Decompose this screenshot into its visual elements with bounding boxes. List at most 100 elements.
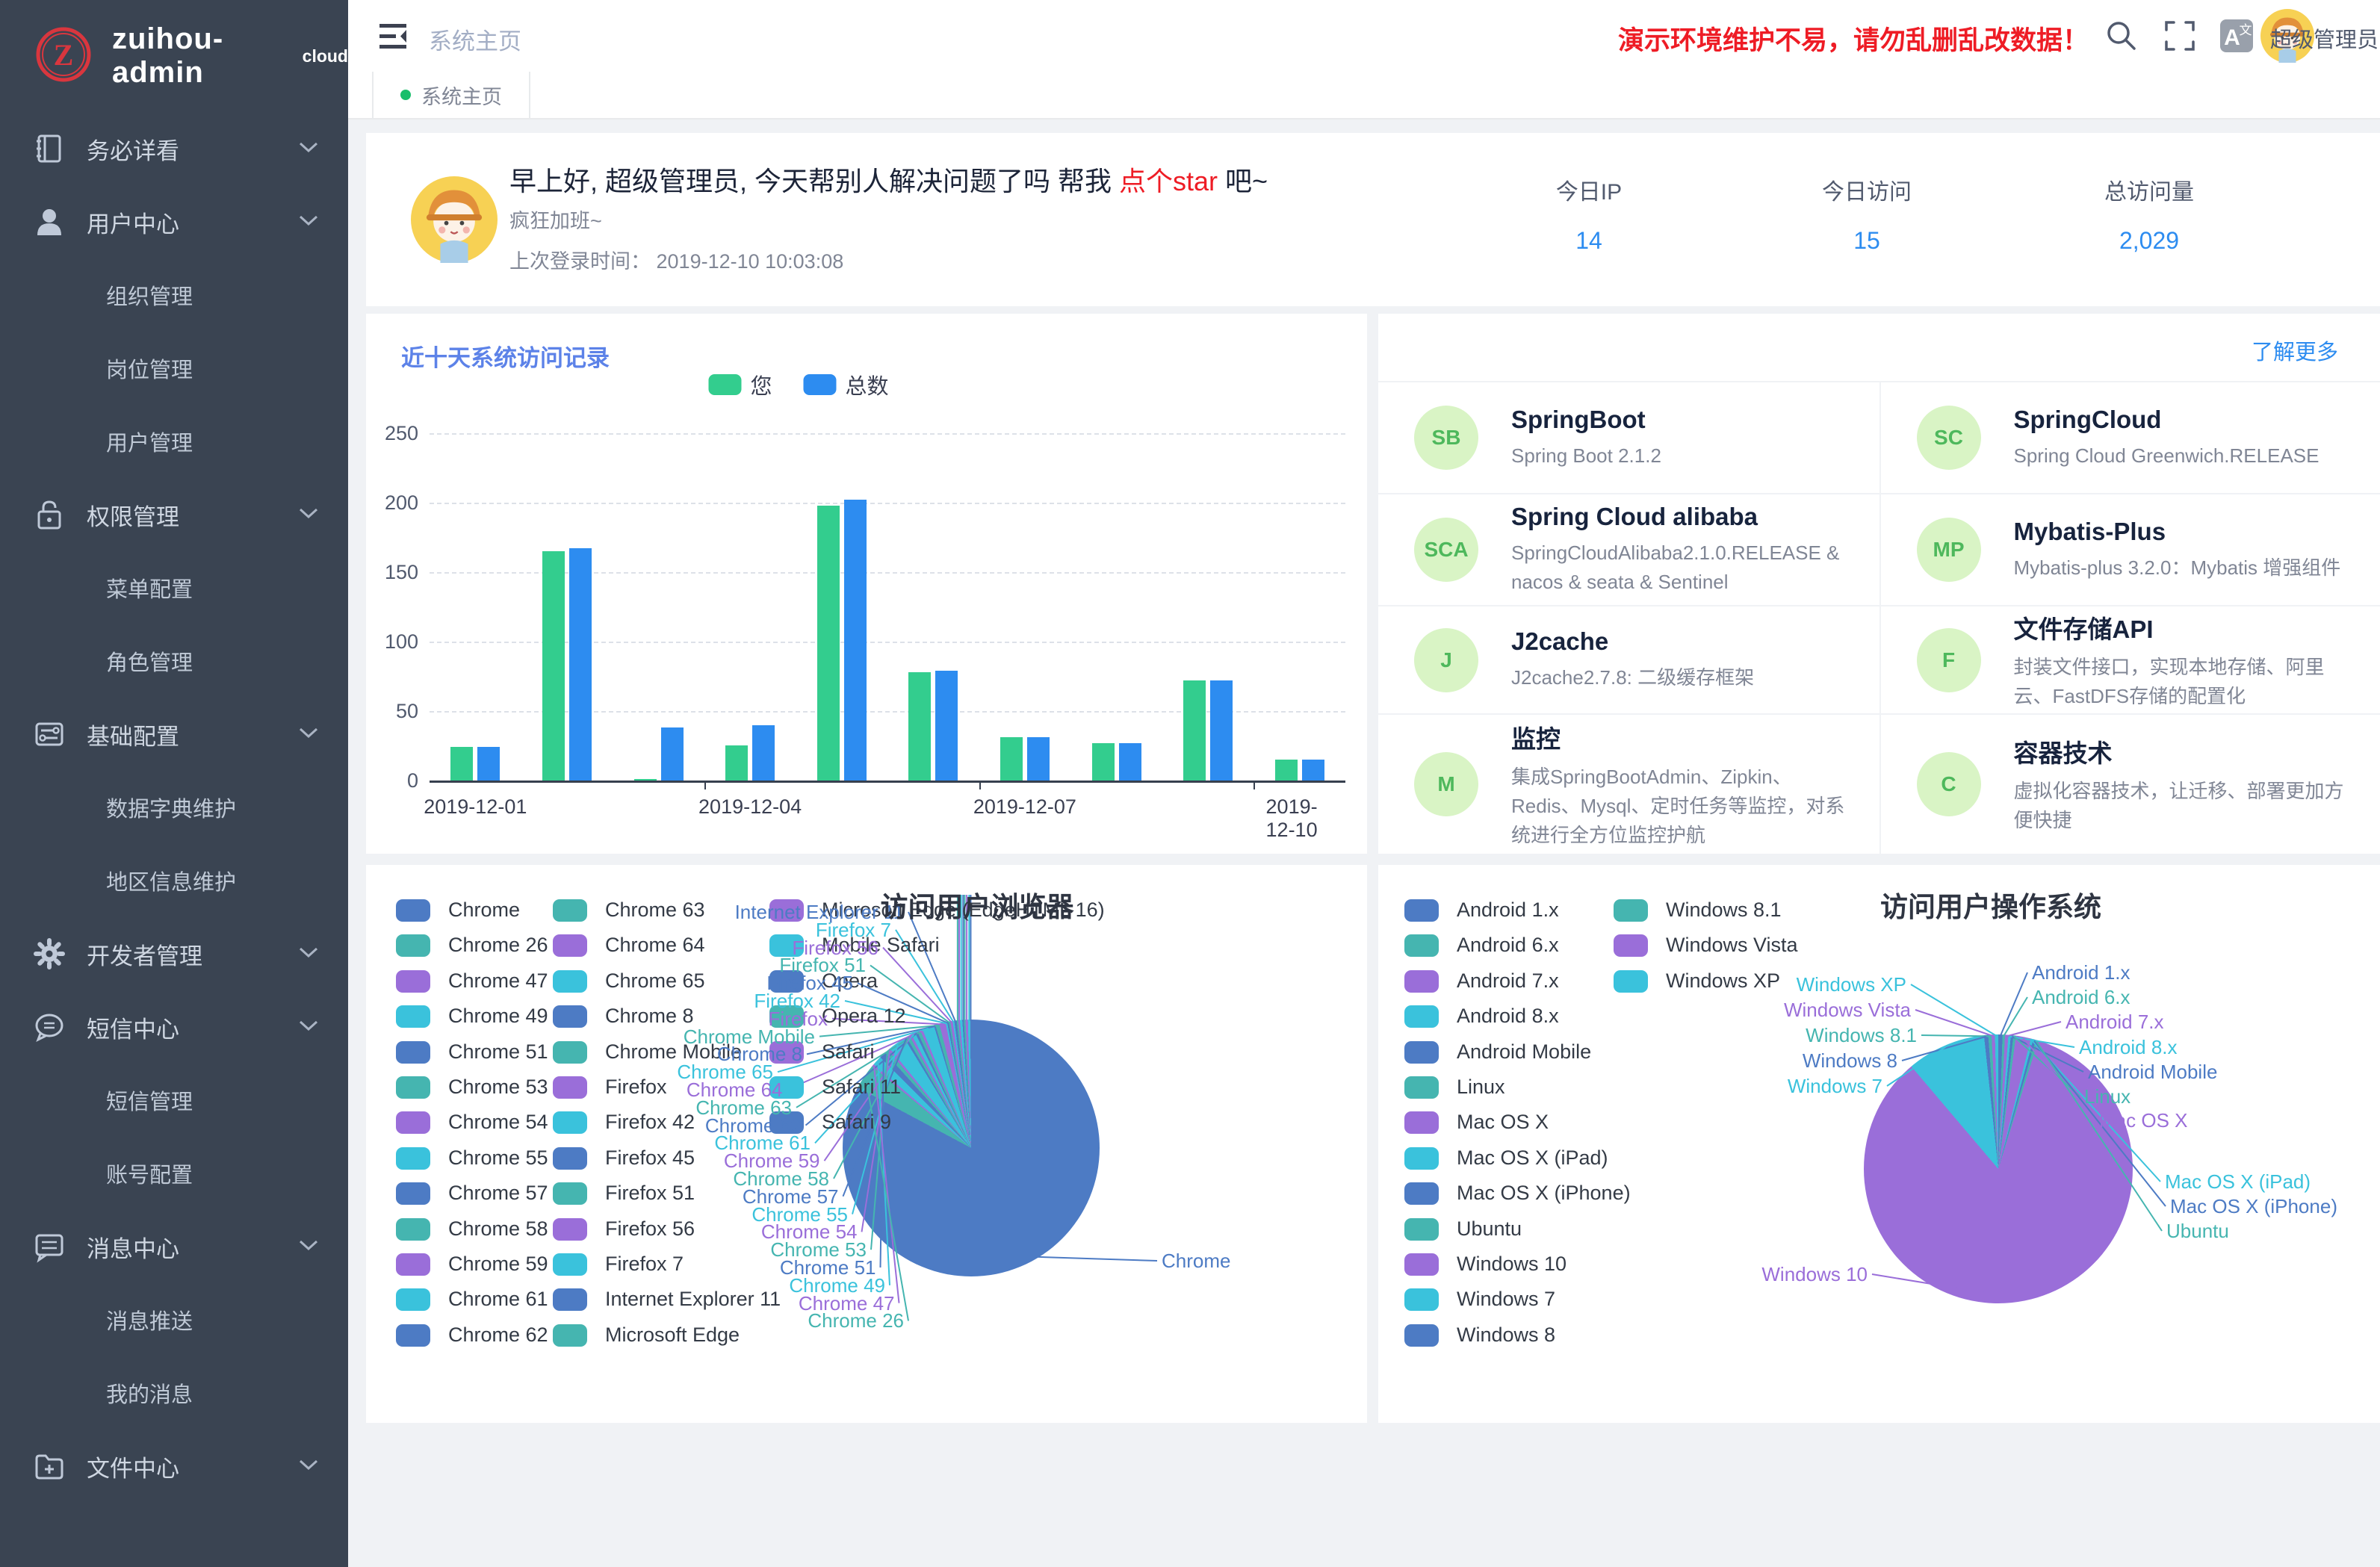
sidebar-item-10[interactable]: 数据字典维护 xyxy=(0,771,348,844)
bar-chart-panel[interactable]: 近十天系统访问记录您总数0501001502002502019-12-01201… xyxy=(366,314,1367,854)
search-icon[interactable] xyxy=(2102,16,2141,59)
legend-item-label[interactable]: Windows 8.1 xyxy=(1666,899,1782,922)
legend-item-label[interactable]: Android 8.x xyxy=(1457,1005,1559,1028)
legend-item-label[interactable]: Chrome 62 xyxy=(448,1324,548,1347)
legend-item-label[interactable]: Chrome 51 xyxy=(448,1040,548,1064)
legend-swatch[interactable] xyxy=(1404,899,1439,922)
legend-item-label[interactable]: Chrome 55 xyxy=(448,1146,548,1170)
legend-swatch[interactable] xyxy=(396,1147,430,1170)
legend-item-label[interactable]: Ubuntu xyxy=(1457,1217,1522,1241)
legend-item-label[interactable]: Linux xyxy=(1457,1076,1505,1099)
legend-item-label[interactable]: Safari 9 xyxy=(822,1111,891,1134)
legend-item-label[interactable]: Windows XP xyxy=(1666,969,1780,993)
legend-item-label[interactable]: 您 xyxy=(750,369,772,400)
bar-您-2019-12-04[interactable] xyxy=(725,745,748,781)
legend-item-label[interactable]: Mac OS X xyxy=(1457,1111,1549,1134)
legend-swatch[interactable] xyxy=(553,1182,587,1205)
bar-总数-2019-12-06[interactable] xyxy=(935,671,958,781)
bar-总数-2019-12-04[interactable] xyxy=(752,725,775,781)
sidebar-item-5[interactable]: 用户管理 xyxy=(0,405,348,478)
legend-item-label[interactable]: Chrome 65 xyxy=(605,969,705,993)
legend-item-label[interactable]: Android 7.x xyxy=(1457,969,1559,993)
legend-item-label[interactable]: Chrome 57 xyxy=(448,1182,548,1205)
legend-swatch[interactable] xyxy=(553,1324,587,1347)
legend-swatch[interactable] xyxy=(1404,1218,1439,1241)
learn-more-link[interactable]: 了解更多 xyxy=(2252,335,2338,366)
sidebar-item-6[interactable]: 权限管理 xyxy=(0,478,348,551)
legend-item-label[interactable]: Windows 8 xyxy=(1457,1324,1555,1347)
breadcrumb[interactable]: 系统主页 xyxy=(429,22,521,56)
legend-swatch[interactable] xyxy=(553,1253,587,1276)
legend-item-label[interactable]: Safari xyxy=(822,1040,875,1064)
legend-item-label[interactable]: Firefox 45 xyxy=(605,1146,695,1170)
legend-swatch[interactable] xyxy=(1614,970,1648,993)
sidebar-item-19[interactable]: 文件中心 xyxy=(0,1430,348,1503)
sidebar-item-1[interactable]: 务必详看 xyxy=(0,112,348,185)
legend-swatch[interactable] xyxy=(553,1218,587,1241)
legend-swatch[interactable] xyxy=(396,1005,430,1028)
bar-总数-2019-12-08[interactable] xyxy=(1119,743,1141,781)
legend-swatch[interactable] xyxy=(708,374,741,395)
legend-swatch[interactable] xyxy=(1404,1005,1439,1028)
legend-swatch[interactable] xyxy=(553,1147,587,1170)
language-icon[interactable]: A 文 xyxy=(2217,16,2256,59)
legend-item-label[interactable]: Firefox 7 xyxy=(605,1253,684,1276)
current-user-name[interactable]: 超级管理员 xyxy=(2270,22,2379,54)
legend-item-label[interactable]: Chrome 26 xyxy=(448,934,548,957)
bar-您-2019-12-10[interactable] xyxy=(1275,760,1298,781)
collapse-menu-icon[interactable] xyxy=(374,16,412,59)
legend-swatch[interactable] xyxy=(1404,1147,1439,1170)
legend-item-label[interactable]: Firefox xyxy=(605,1076,667,1099)
legend-swatch[interactable] xyxy=(396,1288,430,1311)
legend-swatch[interactable] xyxy=(396,1182,430,1205)
legend-item-label[interactable]: Chrome 47 xyxy=(448,969,548,993)
legend-swatch[interactable] xyxy=(396,1218,430,1241)
legend-item-label[interactable]: Chrome 59 xyxy=(448,1253,548,1276)
sidebar-item-18[interactable]: 我的消息 xyxy=(0,1356,348,1430)
legend-swatch[interactable] xyxy=(553,1111,587,1134)
legend-swatch[interactable] xyxy=(804,374,837,395)
legend-item-label[interactable]: Microsoft Edge xyxy=(605,1324,740,1347)
bar-您-2019-12-08[interactable] xyxy=(1092,743,1115,781)
legend-item-label[interactable]: Chrome 58 xyxy=(448,1217,548,1241)
legend-item-label[interactable]: Chrome 53 xyxy=(448,1076,548,1099)
legend-item-label[interactable]: Chrome 54 xyxy=(448,1111,548,1134)
bar-总数-2019-12-05[interactable] xyxy=(844,500,867,781)
legend-item-label[interactable]: Mac OS X (iPad) xyxy=(1457,1146,1608,1170)
legend-item-label[interactable]: Chrome 63 xyxy=(605,899,705,922)
legend-swatch[interactable] xyxy=(1614,899,1648,922)
bar-您-2019-12-06[interactable] xyxy=(908,672,931,781)
bar-总数-2019-12-10[interactable] xyxy=(1302,760,1324,781)
os-pie-panel[interactable]: Android 1.xAndroid 6.xAndroid 7.xAndroid… xyxy=(1378,865,2380,1423)
sidebar-item-4[interactable]: 岗位管理 xyxy=(0,332,348,405)
sidebar-item-8[interactable]: 角色管理 xyxy=(0,624,348,698)
legend-swatch[interactable] xyxy=(1614,934,1648,957)
logo[interactable]: Z zuihou-admin cloud xyxy=(0,0,348,112)
legend-swatch[interactable] xyxy=(396,1324,430,1347)
bar-总数-2019-12-07[interactable] xyxy=(1027,737,1050,781)
legend-item-label[interactable]: Firefox 42 xyxy=(605,1111,695,1134)
star-link[interactable]: 点个star xyxy=(1119,166,1218,196)
sidebar-item-17[interactable]: 消息推送 xyxy=(0,1283,348,1356)
legend-item-label[interactable]: Firefox 51 xyxy=(605,1182,695,1205)
legend-item-label[interactable]: Firefox 56 xyxy=(605,1217,695,1241)
sidebar-item-15[interactable]: 账号配置 xyxy=(0,1137,348,1210)
sidebar-item-7[interactable]: 菜单配置 xyxy=(0,551,348,624)
legend-swatch[interactable] xyxy=(396,899,430,922)
sidebar-item-9[interactable]: 基础配置 xyxy=(0,698,348,771)
sidebar-item-14[interactable]: 短信管理 xyxy=(0,1064,348,1137)
legend-swatch[interactable] xyxy=(1404,970,1439,993)
legend-swatch[interactable] xyxy=(1404,1076,1439,1099)
bar-您-2019-12-09[interactable] xyxy=(1183,680,1206,781)
bar-您-2019-12-03[interactable] xyxy=(634,779,657,781)
legend-swatch[interactable] xyxy=(553,899,587,922)
legend-swatch[interactable] xyxy=(553,1288,587,1311)
sidebar-item-13[interactable]: 短信中心 xyxy=(0,990,348,1064)
sidebar-item-12[interactable]: 开发者管理 xyxy=(0,917,348,990)
legend-swatch[interactable] xyxy=(396,934,430,957)
legend-item-label[interactable]: Android 1.x xyxy=(1457,899,1559,922)
legend-swatch[interactable] xyxy=(1404,1324,1439,1347)
legend-swatch[interactable] xyxy=(1404,1041,1439,1064)
legend-swatch[interactable] xyxy=(553,970,587,993)
legend-item-label[interactable]: Chrome 49 xyxy=(448,1005,548,1028)
